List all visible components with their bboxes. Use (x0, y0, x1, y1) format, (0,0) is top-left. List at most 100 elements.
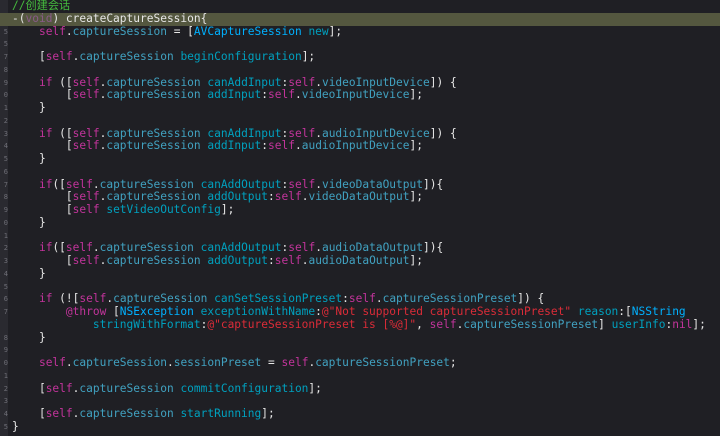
code-token: } (12, 419, 19, 433)
code-token: captureSessionPreset (315, 356, 450, 369)
code-token: } (12, 152, 46, 165)
code-line[interactable]: 5} (0, 419, 720, 434)
code-token: : (315, 305, 322, 318)
code-line[interactable]: 0 [self.captureSession addInput:self.vid… (0, 88, 720, 102)
code-token: if (38, 126, 53, 140)
code-token: exceptionWithName (200, 305, 316, 318)
code-line[interactable]: 7 [self.captureSession beginConfiguratio… (0, 50, 720, 64)
code-token: if (38, 177, 53, 191)
code-token: self (288, 241, 316, 255)
code-token: self (72, 190, 100, 204)
code-token: self (38, 356, 66, 369)
code-token: [ (12, 139, 73, 153)
line-number: 5 (3, 282, 8, 291)
code-token: [ (12, 88, 73, 102)
code-line-text: self.captureSession.sessionPreset = self… (12, 356, 457, 370)
code-line[interactable]: 1 } (0, 101, 720, 115)
code-token: audioInputDevice (321, 126, 430, 140)
code-token: commitConfiguration (180, 381, 309, 395)
code-token: self (281, 356, 309, 369)
code-line[interactable]: 4 [self.captureSession startRunning]; (0, 407, 720, 421)
code-token: , (416, 317, 430, 331)
code-token: captureSession (106, 88, 201, 102)
code-token: audioInputDevice (301, 139, 410, 153)
code-token: ]; (301, 50, 316, 63)
code-line[interactable]: 2 [self.captureSession commitConfigurati… (0, 381, 720, 396)
code-token: addOutput (207, 190, 268, 204)
code-token: new (308, 24, 329, 38)
code-token: addOutput (207, 254, 268, 267)
code-token: ]) { (429, 75, 457, 89)
code-line-text: } (12, 419, 19, 434)
code-line-text: } (12, 101, 46, 115)
code-token: self (45, 381, 73, 395)
code-token: ]){ (423, 241, 444, 255)
code-line[interactable]: 3 [self.captureSession addOutput:self.au… (0, 254, 720, 268)
code-line-text: [self.captureSession beginConfiguration]… (12, 50, 316, 64)
code-token: self (268, 88, 295, 102)
line-number: 3 (3, 257, 8, 265)
line-number: 8 (3, 193, 8, 202)
line-number: 4 (3, 142, 8, 151)
code-line-text: self.captureSession = [AVCaptureSession … (12, 24, 343, 39)
code-token: self (72, 88, 100, 102)
code-token: videoInputDevice (321, 75, 430, 89)
code-token: captureSession (79, 381, 174, 395)
code-line-text: [self.captureSession addInput:self.video… (12, 88, 423, 102)
code-token: self (288, 177, 316, 191)
line-number: 0 (3, 91, 8, 100)
code-token: . (65, 356, 73, 369)
code-line[interactable]: 8 } (0, 331, 720, 345)
code-editor[interactable]: //创建会话 -(void) createCaptureSession{5 sel… (0, 0, 720, 436)
line-number: 0 (3, 359, 8, 367)
code-token: startRunning (180, 407, 262, 420)
code-token: self (45, 407, 73, 420)
line-number: 6 (3, 167, 8, 176)
code-token: canAddOutput (200, 241, 282, 255)
code-token: addInput (207, 139, 262, 153)
code-token: self (274, 254, 302, 267)
code-token: ]; (692, 317, 706, 331)
code-line[interactable]: 5 self.captureSession = [AVCaptureSessio… (0, 24, 720, 39)
code-token: captureSession (79, 407, 174, 420)
code-token: captureSession (106, 254, 201, 267)
code-token: canAddInput (207, 126, 282, 140)
line-number: 9 (3, 78, 8, 87)
code-line[interactable]: stringWithFormat:@"captureSessionPreset … (0, 317, 720, 332)
code-token: . (166, 356, 174, 369)
code-line-text: [self.captureSession addInput:self.audio… (12, 139, 423, 153)
code-area[interactable]: //创建会话 -(void) createCaptureSession{5 sel… (0, 0, 720, 434)
code-line[interactable]: 4 } (0, 267, 720, 281)
code-token: audioDataOutput (321, 241, 423, 255)
code-token: : (268, 190, 275, 204)
code-token: [ (12, 203, 73, 216)
code-line[interactable]: 0 self.captureSession.sessionPreset = se… (0, 356, 720, 370)
code-token: nil (672, 317, 693, 331)
code-token: captureSession (72, 356, 167, 369)
code-token: self (268, 139, 295, 153)
code-line[interactable]: 4 [self.captureSession addInput:self.aud… (0, 139, 720, 153)
line-number: 5 (3, 422, 8, 431)
code-line-text: } (12, 331, 46, 345)
code-token: : (342, 292, 349, 306)
code-line[interactable]: 9 [self setVideoOutConfig]; (0, 203, 720, 217)
line-number: 9 (3, 206, 8, 214)
line-number: 7 (3, 53, 8, 61)
code-token: ]; (328, 24, 343, 38)
code-line[interactable]: 0 } (0, 216, 720, 230)
code-token: . (92, 241, 100, 255)
code-token: captureSession (113, 292, 208, 306)
code-token: videoInputDevice (301, 88, 410, 102)
code-token: ]) { (429, 126, 457, 140)
code-token: . (315, 241, 322, 255)
code-token: ]){ (423, 177, 444, 191)
code-token: userInfo (611, 317, 666, 331)
code-line[interactable]: 5 } (0, 152, 720, 166)
line-number: 1 (3, 371, 8, 380)
code-token: self (288, 126, 316, 140)
code-token: (![ (52, 292, 80, 306)
